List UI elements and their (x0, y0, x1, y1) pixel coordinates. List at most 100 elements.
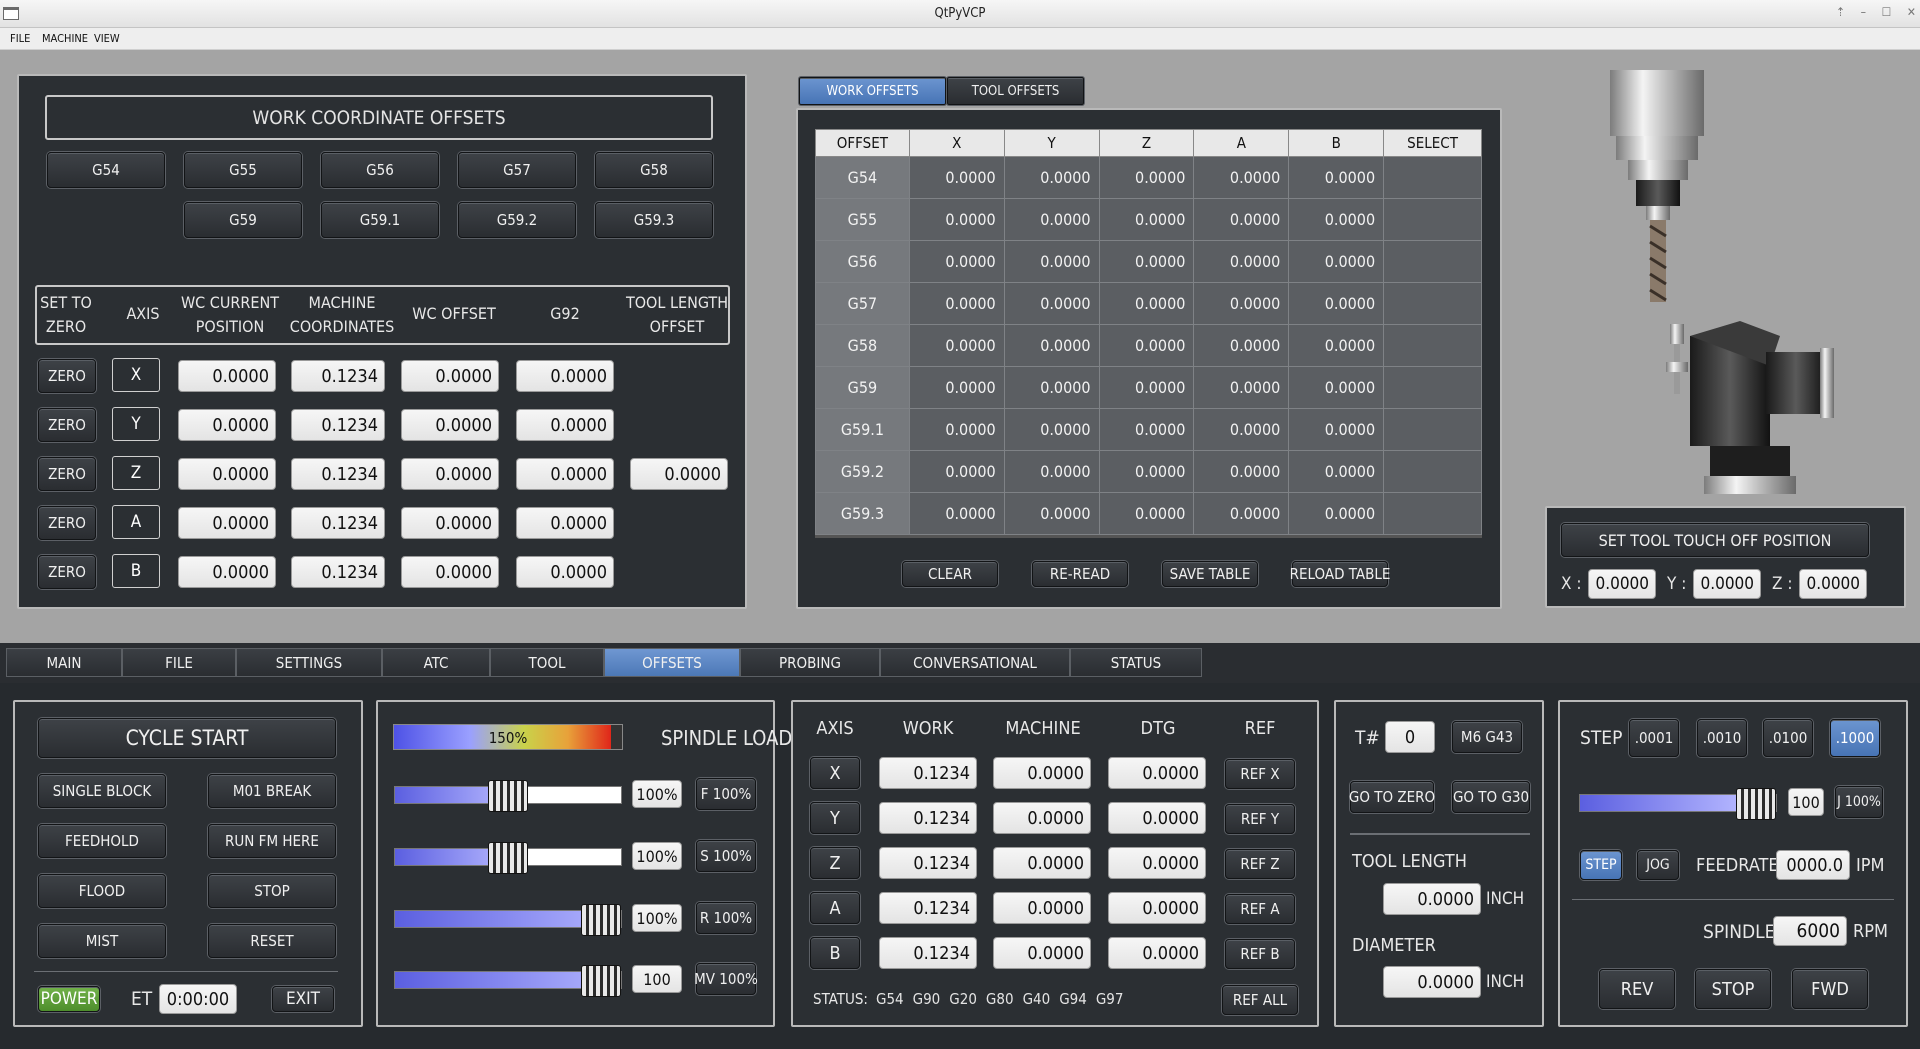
cell-b[interactable]: 0.0000 (1288, 366, 1385, 409)
cell-z[interactable]: 0.0000 (1098, 366, 1195, 409)
cell-select[interactable] (1383, 492, 1482, 535)
spindle-stop-button[interactable]: STOP (1695, 969, 1771, 1009)
cell-x[interactable]: 0.0000 (908, 240, 1005, 283)
cell-y[interactable]: 0.0000 (1003, 198, 1100, 241)
cell-b[interactable]: 0.0000 (1288, 324, 1385, 367)
save-table-button[interactable]: SAVE TABLE (1162, 561, 1258, 587)
step-1000-button[interactable]: .1000 (1830, 719, 1880, 757)
cell-x[interactable]: 0.0000 (908, 282, 1005, 325)
cell-select[interactable] (1383, 156, 1482, 199)
cell-x[interactable]: 0.0000 (908, 450, 1005, 493)
touchoff-x-input[interactable]: 0.0000 (1588, 569, 1656, 599)
cell-a[interactable]: 0.0000 (1193, 156, 1290, 199)
cell-a[interactable]: 0.0000 (1193, 366, 1290, 409)
cell-x[interactable]: 0.0000 (908, 198, 1005, 241)
cell-b[interactable]: 0.0000 (1288, 156, 1385, 199)
cell-x[interactable]: 0.0000 (908, 408, 1005, 451)
slider-handle[interactable] (581, 904, 621, 936)
cell-b[interactable]: 0.0000 (1288, 450, 1385, 493)
cell-y[interactable]: 0.0000 (1003, 492, 1100, 535)
reload-table-button[interactable]: RELOAD TABLE (1290, 561, 1390, 587)
tool-number-input[interactable]: 0 (1385, 721, 1435, 753)
feedhold-button[interactable]: FEEDHOLD (38, 824, 166, 858)
maximize-icon[interactable]: ☐ (1882, 5, 1892, 23)
cell-x[interactable]: 0.0000 (908, 492, 1005, 535)
cycle-start-button[interactable]: CYCLE START (38, 718, 336, 758)
cell-y[interactable]: 0.0000 (1003, 450, 1100, 493)
ref-b-button[interactable]: REF B (1225, 939, 1295, 969)
table-row[interactable]: G59.2 0.0000 0.0000 0.0000 0.0000 0.0000 (815, 450, 1482, 493)
cell-x[interactable]: 0.0000 (908, 324, 1005, 367)
cell-z[interactable]: 0.0000 (1098, 324, 1195, 367)
dro-axis-y-button[interactable]: Y (810, 802, 860, 834)
ref-all-button[interactable]: REF ALL (1222, 985, 1298, 1015)
stop-program-button[interactable]: STOP (208, 874, 336, 908)
cell-y[interactable]: 0.0000 (1003, 408, 1100, 451)
g54-button[interactable]: G54 (47, 152, 165, 188)
tab-tool-offsets[interactable]: TOOL OFFSETS (947, 77, 1084, 105)
g59-2-button[interactable]: G59.2 (458, 202, 576, 238)
cell-y[interactable]: 0.0000 (1003, 240, 1100, 283)
menu-file[interactable]: FILE (10, 32, 30, 45)
ref-a-button[interactable]: REF A (1225, 894, 1295, 924)
cell-y[interactable]: 0.0000 (1003, 366, 1100, 409)
table-row[interactable]: G57 0.0000 0.0000 0.0000 0.0000 0.0000 (815, 282, 1482, 325)
cell-select[interactable] (1383, 450, 1482, 493)
cell-a[interactable]: 0.0000 (1193, 282, 1290, 325)
single-block-button[interactable]: SINGLE BLOCK (38, 774, 166, 808)
cell-a[interactable]: 0.0000 (1193, 450, 1290, 493)
cell-z[interactable]: 0.0000 (1098, 408, 1195, 451)
tab-file[interactable]: FILE (122, 648, 236, 677)
table-row[interactable]: G59.1 0.0000 0.0000 0.0000 0.0000 0.0000 (815, 408, 1482, 451)
cell-x[interactable]: 0.0000 (908, 156, 1005, 199)
zero-y-button[interactable]: ZERO (38, 408, 96, 442)
jog-speed-slider[interactable] (1579, 788, 1777, 820)
cell-b[interactable]: 0.0000 (1288, 240, 1385, 283)
tab-conversational[interactable]: CONVERSATIONAL (880, 648, 1070, 677)
zero-b-button[interactable]: ZERO (38, 555, 96, 589)
feed-override-slider[interactable] (394, 780, 622, 812)
clear-button[interactable]: CLEAR (902, 561, 998, 587)
table-row[interactable]: G54 0.0000 0.0000 0.0000 0.0000 0.0000 (815, 156, 1482, 199)
keep-above-icon[interactable]: ⇡ (1836, 5, 1845, 23)
step-0010-button[interactable]: .0010 (1697, 719, 1747, 757)
exit-button[interactable]: EXIT (272, 986, 334, 1012)
slider-handle[interactable] (1736, 788, 1776, 820)
jog-mode-button[interactable]: JOG (1637, 850, 1679, 880)
tab-work-offsets[interactable]: WORK OFFSETS (799, 77, 946, 105)
menu-view[interactable]: VIEW (94, 32, 120, 45)
close-icon[interactable]: ✕ (1907, 5, 1916, 23)
minimize-icon[interactable]: – (1861, 5, 1866, 23)
max-velocity-reset-button[interactable]: MV 100% (694, 963, 758, 995)
cell-b[interactable]: 0.0000 (1288, 492, 1385, 535)
g55-button[interactable]: G55 (184, 152, 302, 188)
step-mode-button[interactable]: STEP (1580, 850, 1622, 880)
dro-axis-x-button[interactable]: X (810, 757, 860, 789)
go-to-g30-button[interactable]: GO TO G30 (1452, 781, 1530, 813)
g59-button[interactable]: G59 (184, 202, 302, 238)
cell-y[interactable]: 0.0000 (1003, 282, 1100, 325)
tab-main[interactable]: MAIN (6, 648, 122, 677)
rapid-override-slider[interactable] (394, 904, 622, 936)
dro-axis-z-button[interactable]: Z (810, 847, 860, 879)
cell-z[interactable]: 0.0000 (1098, 156, 1195, 199)
cell-z[interactable]: 0.0000 (1098, 492, 1195, 535)
dro-axis-b-button[interactable]: B (810, 937, 860, 969)
tab-offsets[interactable]: OFFSETS (604, 648, 740, 677)
table-row[interactable]: G58 0.0000 0.0000 0.0000 0.0000 0.0000 (815, 324, 1482, 367)
tool-length-input[interactable]: 0.0000 (1383, 883, 1481, 915)
power-button[interactable]: POWER (38, 986, 100, 1012)
spindle-override-reset-button[interactable]: S 100% (696, 840, 756, 872)
tab-status[interactable]: STATUS (1070, 648, 1202, 677)
spindle-override-slider[interactable] (394, 842, 622, 874)
step-0001-button[interactable]: .0001 (1629, 719, 1679, 757)
rapid-override-reset-button[interactable]: R 100% (696, 902, 756, 934)
cell-select[interactable] (1383, 198, 1482, 241)
cell-a[interactable]: 0.0000 (1193, 240, 1290, 283)
cell-z[interactable]: 0.0000 (1098, 240, 1195, 283)
diameter-input[interactable]: 0.0000 (1383, 966, 1481, 998)
ref-z-button[interactable]: REF Z (1225, 849, 1295, 879)
touchoff-y-input[interactable]: 0.0000 (1693, 569, 1761, 599)
cell-a[interactable]: 0.0000 (1193, 198, 1290, 241)
go-to-zero-button[interactable]: GO TO ZERO (1349, 781, 1435, 813)
